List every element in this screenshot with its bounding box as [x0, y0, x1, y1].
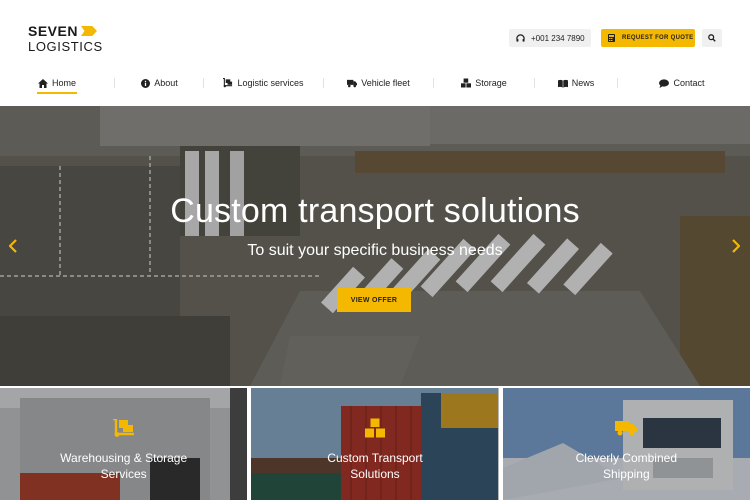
card-title-line2: Solutions: [350, 467, 400, 481]
logo[interactable]: SEVEN LOGISTICS: [28, 24, 103, 53]
info-icon: [140, 78, 150, 88]
service-card-warehousing[interactable]: Warehousing & Storage Services: [0, 388, 248, 500]
slider-prev-button[interactable]: [6, 238, 20, 254]
card-title-line2: Services: [100, 467, 147, 481]
nav-label-logistic-services: Logistic services: [237, 78, 304, 88]
phone-number: +001 234 7890: [531, 33, 585, 43]
truck-icon: [614, 418, 638, 438]
search-button[interactable]: [702, 29, 722, 47]
boxes-icon: [363, 418, 387, 438]
phone-button[interactable]: +001 234 7890: [509, 29, 591, 47]
search-icon: [708, 29, 716, 47]
chat-icon: [659, 78, 670, 88]
nav-label-storage: Storage: [475, 78, 507, 88]
boxes-icon: [461, 78, 472, 88]
nav-item-home[interactable]: Home: [0, 66, 114, 100]
logo-line2: LOGISTICS: [28, 39, 103, 54]
nav-item-about[interactable]: About: [115, 66, 203, 100]
nav-item-storage[interactable]: Storage: [434, 66, 534, 100]
truck-icon: [347, 78, 358, 88]
logo-line1: SEVEN: [28, 23, 78, 39]
slider-next-button[interactable]: [729, 238, 743, 254]
hero-subtitle: To suit your specific business needs: [247, 242, 503, 259]
nav-label-news: News: [571, 78, 595, 88]
home-icon: [37, 78, 48, 88]
card-title-line2: Shipping: [602, 467, 650, 481]
card-shade: [0, 388, 248, 500]
request-quote-button[interactable]: REQUEST FOR QUOTE: [601, 29, 695, 47]
nav-label-contact: Contact: [673, 78, 705, 88]
nav-item-logistic-services[interactable]: Logistic services: [204, 66, 323, 100]
hero-slider: Custom transport solutions To suit your …: [0, 106, 750, 386]
nav-label-home: Home: [51, 78, 76, 88]
card-shade: [502, 388, 750, 500]
book-icon: [557, 78, 568, 88]
card-title-line1: Custom Transport: [327, 451, 423, 465]
nav-label-about: About: [154, 78, 178, 88]
card-title: Warehousing & Storage Services: [0, 450, 247, 482]
dolly-icon: [223, 78, 233, 88]
calculator-icon: [608, 34, 616, 42]
card-title: Cleverly Combined Shipping: [503, 450, 750, 482]
nav-item-vehicle-fleet[interactable]: Vehicle fleet: [324, 66, 433, 100]
card-title-line1: Cleverly Combined: [575, 451, 677, 465]
dolly-icon: [112, 418, 136, 438]
service-cards: Warehousing & Storage Services Custom Tr…: [0, 388, 750, 500]
nav-item-contact[interactable]: Contact: [618, 66, 746, 100]
main-nav: Home About Logistic services Vehicle fle…: [0, 66, 750, 106]
chevron-left-icon: [9, 239, 17, 253]
service-card-shipping[interactable]: Cleverly Combined Shipping: [502, 388, 750, 500]
nav-label-vehicle-fleet: Vehicle fleet: [361, 78, 410, 88]
chevron-right-icon: [732, 239, 740, 253]
card-title-line1: Warehousing & Storage: [60, 451, 188, 465]
nav-item-news[interactable]: News: [535, 66, 617, 100]
card-title: Custom Transport Solutions: [251, 450, 498, 482]
view-offer-button[interactable]: VIEW OFFER: [337, 288, 411, 312]
header: SEVEN LOGISTICS +001 234 7890 REQUEST FO…: [0, 0, 750, 66]
logo-arrow-icon: [80, 26, 97, 36]
headset-icon: [515, 33, 525, 43]
request-quote-label: REQUEST FOR QUOTE: [622, 35, 694, 41]
service-card-transport[interactable]: Custom Transport Solutions: [251, 388, 499, 500]
hero-title: Custom transport solutions: [170, 192, 580, 230]
card-shade: [251, 388, 499, 500]
